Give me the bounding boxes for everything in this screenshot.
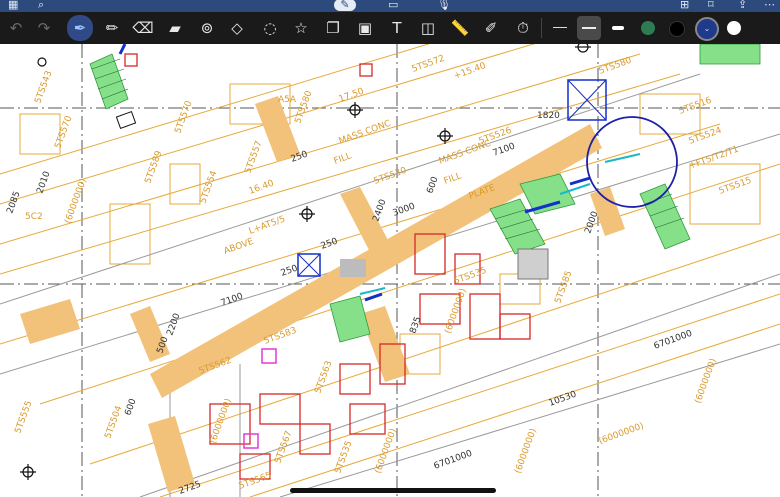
label: 5TS580 <box>293 89 314 125</box>
note: 5C2 <box>25 212 43 222</box>
dim: 250 <box>320 236 340 251</box>
undo-icon[interactable]: ↶ <box>4 16 28 40</box>
grid-icon[interactable]: ▦ <box>8 0 18 11</box>
share-icon[interactable]: ⇪ <box>738 0 747 11</box>
note: A5A <box>278 95 297 105</box>
label: 5TS530 <box>373 166 409 187</box>
note: (6000000) <box>598 421 646 447</box>
camera-icon[interactable]: ◫ <box>416 16 440 40</box>
search-icon[interactable]: ⌕ <box>38 0 44 11</box>
ruler-icon[interactable]: 📏 <box>448 16 472 40</box>
label: 5TS565 <box>238 471 273 492</box>
dim: 250 <box>280 263 300 278</box>
note: (6000000) <box>693 357 719 405</box>
dim: 7100 <box>492 141 517 158</box>
note: +15.40 <box>453 61 488 82</box>
dim: 2085 <box>5 190 22 215</box>
dim: 3000 <box>392 201 417 218</box>
note: ABOVE <box>223 237 256 257</box>
note: MASS CONC <box>338 119 393 147</box>
stroke-thin[interactable] <box>553 27 567 28</box>
pen-mode-icon[interactable]: ✎ <box>334 0 356 11</box>
dim: 835 <box>408 315 423 335</box>
label: 5TS554 <box>198 169 219 205</box>
status-bar: ▦ ⌕ ✎ ▭ 🎙 ⊞ ⌑ ⇪ ⋯ <box>0 0 780 12</box>
annotation-toolbar: ↶ ↷ ✒ ✏ ⌫ ▰ ⊚ ◇ ◌ ☆ ❐ ▣ T ◫ 📏 ✐ ⏱ ⌄ <box>0 12 780 45</box>
color-green[interactable] <box>641 21 655 35</box>
lasso-select-icon[interactable]: ◌ <box>258 16 282 40</box>
bookmark-icon[interactable]: ⌑ <box>708 0 714 11</box>
pen-icon[interactable]: ✒ <box>67 15 93 41</box>
dim: 600 <box>123 397 138 417</box>
label: 5TS516 <box>678 96 714 117</box>
label: 5TS543 <box>33 70 54 105</box>
color-blue-selected[interactable]: ⌄ <box>695 17 719 41</box>
note: +FT5/T2/T1 <box>688 145 741 172</box>
redo-icon[interactable]: ↷ <box>32 16 56 40</box>
note: 17.50 <box>338 87 366 105</box>
dim: 1820 <box>537 111 560 121</box>
note: FILL <box>333 151 353 167</box>
black-tag <box>115 110 137 130</box>
stroke-thick[interactable] <box>612 26 624 30</box>
lasso-icon[interactable]: ⊚ <box>195 16 219 40</box>
label: 5TS563 <box>313 360 334 395</box>
dim: 10530 <box>548 390 579 409</box>
more-icon[interactable]: ⋯ <box>764 0 775 11</box>
pen-annotation-circle <box>586 116 678 208</box>
timer-icon[interactable]: ⏱ <box>511 16 535 40</box>
note: L+AT5/5 <box>248 214 287 236</box>
image-icon[interactable]: ▣ <box>353 16 377 40</box>
label: 5TS585 <box>553 270 574 305</box>
toolbar-divider <box>541 18 542 38</box>
dim: 6701000 <box>653 329 694 352</box>
color-black[interactable] <box>669 21 685 37</box>
blue-box-cross <box>567 79 607 121</box>
note: (6000000) <box>63 177 89 225</box>
note: (6000000) <box>513 427 539 475</box>
pencil-icon[interactable]: ✏ <box>100 16 124 40</box>
label: 5TS504 <box>103 404 124 440</box>
label: 5TS535 <box>333 440 354 475</box>
add-page-icon[interactable]: ⊞ <box>680 0 689 11</box>
shapes-icon[interactable]: ◇ <box>225 16 249 40</box>
note: FILL <box>443 171 463 187</box>
label: 5TS567 <box>273 430 294 465</box>
home-indicator[interactable] <box>290 488 496 493</box>
label: 5TS589 <box>143 149 164 185</box>
drawing-canvas[interactable]: 5TS572 5TS530 5TS580 5TS524 5TS515 5TS51… <box>0 44 780 497</box>
bluetooth-pen-icon[interactable]: ✐ <box>479 16 503 40</box>
copy-icon[interactable]: ❐ <box>321 16 345 40</box>
label: 5TS580 <box>598 56 634 77</box>
color-white[interactable] <box>727 21 741 35</box>
microphone-icon[interactable]: 🎙 <box>437 0 451 11</box>
eraser-icon[interactable]: ⌫ <box>131 16 155 40</box>
label: 5TS557 <box>243 140 264 175</box>
dim: 6701000 <box>433 449 474 472</box>
text-icon[interactable]: T <box>385 16 409 40</box>
dim: 2010 <box>35 170 52 195</box>
document-icon[interactable]: ▭ <box>388 0 398 11</box>
label: 5TS555 <box>13 400 34 435</box>
label: 5TS570 <box>173 99 194 135</box>
dim: 2200 <box>165 312 182 337</box>
grey-block <box>340 259 366 277</box>
stroke-medium-selected[interactable] <box>577 16 601 40</box>
dim: 600 <box>425 175 440 195</box>
grey-hatch <box>517 248 549 280</box>
sticker-icon[interactable]: ☆ <box>289 16 313 40</box>
blue-box-2-cross <box>297 253 321 277</box>
dim: 2400 <box>371 198 388 223</box>
green-hatch <box>89 44 761 343</box>
dim: 7100 <box>220 291 245 308</box>
highlighter-icon[interactable]: ▰ <box>163 16 187 40</box>
label: 5TS570 <box>53 114 74 150</box>
